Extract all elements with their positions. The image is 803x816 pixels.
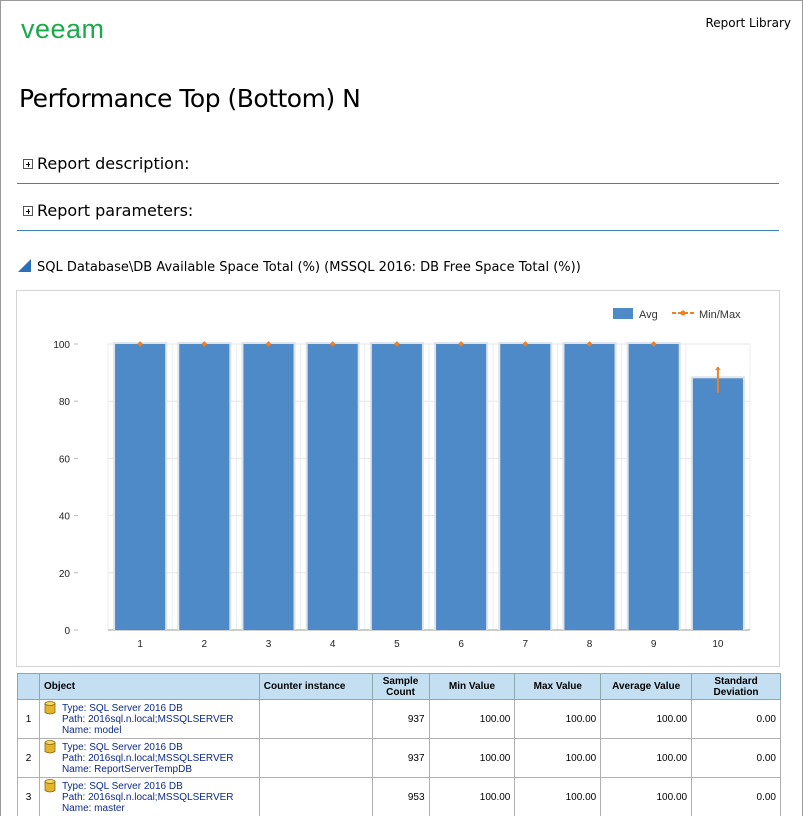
object-path: Path: 2016sql.n.local;MSSQLSERVER: [61, 713, 234, 725]
bar-chart: 0 20 40 60 80 100 1 2 3 4 5 6 7 8 9 10 Avg Min/Max: [53, 308, 751, 650]
column-header[interactable]: Max Value: [514, 673, 602, 700]
sample-count-cell: 937: [371, 699, 430, 739]
object-path: Path: 2016sql.n.local;MSSQLSERVER: [61, 791, 234, 803]
database-icon: [44, 700, 56, 714]
max-value-cell: 100.00: [514, 699, 602, 739]
object-type: Type: SQL Server 2016 DB: [61, 702, 183, 714]
chart-heading-text: SQL Database\DB Available Space Total (%…: [37, 260, 581, 275]
row-index: 2: [17, 738, 40, 778]
bar: [371, 344, 422, 630]
x-tick-label: 10: [712, 639, 724, 650]
legend-avg-label: Avg: [639, 309, 658, 321]
x-tick-label: 6: [458, 639, 464, 650]
table-row[interactable]: 1 Type: SQL Server 2016 DB Path: 2016sql.n…: [17, 699, 781, 739]
object-cell: Type: SQL Server 2016 DB Path: 2016sql.n.…: [38, 738, 260, 778]
sample-count-cell: 953: [371, 777, 430, 816]
column-header[interactable]: Sample Count: [371, 673, 430, 700]
x-tick-label: 7: [523, 639, 529, 650]
row-index: 1: [17, 699, 40, 739]
column-header[interactable]: Standard Deviation: [691, 673, 781, 700]
counter-instance-cell: [258, 738, 373, 778]
logo-text: veeam: [21, 17, 105, 41]
y-tick-label: 100: [53, 340, 70, 351]
counter-instance-cell: [258, 699, 373, 739]
y-tick-label: 0: [64, 626, 70, 637]
table-row[interactable]: 3 Type: SQL Server 2016 DB Path: 2016sql.n…: [17, 777, 781, 816]
x-tick-label: 9: [651, 639, 657, 650]
data-table: Object Counter instance Sample Count Min…: [17, 673, 781, 816]
y-tick-label: 80: [59, 397, 71, 408]
legend-minmax-dot: [680, 310, 686, 316]
bar: [243, 344, 294, 630]
veeam-logo: veeam: [21, 17, 105, 41]
bar: [500, 344, 551, 630]
bar: [692, 378, 743, 630]
legend-minmax-label: Min/Max: [699, 309, 741, 321]
object-name: Name: model: [61, 724, 122, 736]
average-value-cell: 100.00: [600, 699, 693, 739]
object-name: Name: ReportServerTempDB: [61, 763, 192, 775]
bar: [628, 344, 679, 630]
average-value-cell: 100.00: [600, 777, 693, 816]
bar: [179, 344, 230, 630]
expand-icon[interactable]: [23, 206, 33, 216]
x-tick-label: 1: [137, 639, 143, 650]
legend-avg-swatch: [613, 308, 633, 319]
database-icon: [44, 739, 56, 753]
index-header: [17, 673, 40, 700]
chart-heading: SQL Database\DB Available Space Total (%…: [18, 259, 581, 275]
x-tick-label: 5: [394, 639, 400, 650]
bar: [115, 344, 166, 630]
column-header[interactable]: Min Value: [428, 673, 516, 700]
table-row[interactable]: 2 Type: SQL Server 2016 DB Path: 2016sql.n…: [17, 738, 781, 778]
counter-instance-cell: [258, 777, 373, 816]
x-tick-label: 3: [266, 639, 272, 650]
min-value-cell: 100.00: [428, 738, 516, 778]
max-value-cell: 100.00: [514, 738, 602, 778]
report-library-link[interactable]: Report Library: [705, 16, 791, 30]
x-tick-label: 4: [330, 639, 336, 650]
min-value-cell: 100.00: [428, 777, 516, 816]
chart-container: 0 20 40 60 80 100 1 2 3 4 5 6 7 8 9 10 Avg Min/Max: [16, 290, 780, 667]
std-deviation-cell: 0.00: [691, 777, 781, 816]
row-index: 3: [17, 777, 40, 816]
column-header[interactable]: Counter instance: [258, 673, 373, 700]
x-tick-label: 2: [202, 639, 208, 650]
average-value-cell: 100.00: [600, 738, 693, 778]
sample-count-cell: 937: [371, 738, 430, 778]
object-cell: Type: SQL Server 2016 DB Path: 2016sql.n.…: [38, 699, 260, 739]
object-type: Type: SQL Server 2016 DB: [61, 780, 183, 792]
report-description-label: Report description:: [37, 154, 190, 173]
object-cell: Type: SQL Server 2016 DB Path: 2016sql.n.…: [38, 777, 260, 816]
report-parameters-section[interactable]: Report parameters:: [17, 193, 779, 231]
bar: [307, 344, 358, 630]
expand-icon[interactable]: [23, 159, 33, 169]
object-path: Path: 2016sql.n.local;MSSQLSERVER: [61, 752, 234, 764]
table-header-row: Object Counter instance Sample Count Min…: [17, 673, 781, 700]
database-icon: [44, 778, 56, 792]
y-tick-label: 60: [59, 454, 71, 465]
page-title: Performance Top (Bottom) N: [19, 84, 361, 113]
triangle-icon: [18, 259, 31, 272]
bar: [564, 344, 615, 630]
x-tick-label: 8: [587, 639, 593, 650]
min-value-cell: 100.00: [428, 699, 516, 739]
std-deviation-cell: 0.00: [691, 699, 781, 739]
bar: [436, 344, 487, 630]
object-type: Type: SQL Server 2016 DB: [61, 741, 183, 753]
column-header[interactable]: Object: [38, 673, 260, 700]
y-tick-label: 20: [59, 569, 71, 580]
report-description-section[interactable]: Report description:: [17, 146, 779, 184]
object-name: Name: master: [61, 802, 125, 814]
std-deviation-cell: 0.00: [691, 738, 781, 778]
max-value-cell: 100.00: [514, 777, 602, 816]
column-header[interactable]: Average Value: [600, 673, 693, 700]
report-parameters-label: Report parameters:: [37, 201, 194, 220]
y-tick-label: 40: [59, 512, 71, 523]
